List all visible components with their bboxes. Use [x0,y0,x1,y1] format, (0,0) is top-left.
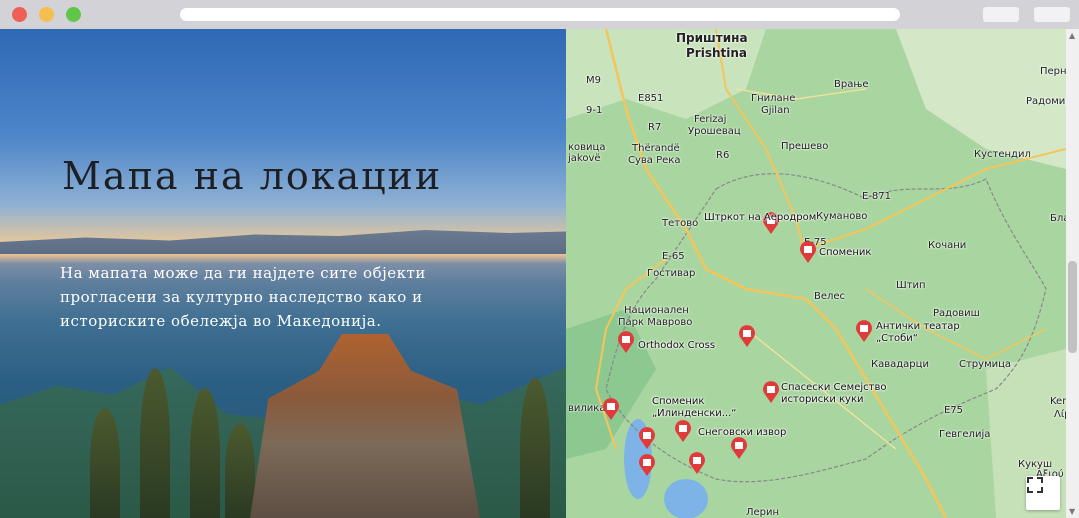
map-view[interactable]: Приштина Prishtina M9 E851 9-1 R7 Гнилан… [566,29,1066,518]
map-label: 9-1 [586,105,603,116]
map-label: Парк Маврово [618,317,693,328]
map-label: Приштина [676,31,748,45]
map-label: Гостивар [647,268,696,279]
hero-tree [225,423,255,518]
heritage-marker-label: Спасески Семејство историски куки [781,382,887,405]
map-label: E75 [944,405,964,416]
heritage-marker[interactable] [688,452,706,474]
map-label: R7 [648,122,662,133]
map-label: E851 [638,93,664,104]
map-label: ковица [568,142,606,153]
heritage-marker[interactable] [617,331,635,353]
map-label: Куманово [816,211,868,222]
close-window-button[interactable] [12,7,27,22]
address-bar[interactable] [180,8,900,21]
map-label: Струмица [959,359,1012,370]
map-label: Λίμ [1054,409,1066,420]
scroll-up-icon[interactable]: ▲ [1069,31,1075,40]
map-label: Радовиш [933,308,980,319]
minimize-window-button[interactable] [39,7,54,22]
map-label: вилика [568,403,606,414]
map-label: Prishtina [686,46,748,60]
heritage-marker[interactable] [855,320,873,342]
map-label: Радомир [1026,96,1066,107]
heritage-marker[interactable] [799,241,817,263]
map-label: E-871 [862,191,892,202]
heritage-marker-label: Orthodox Cross [638,340,716,351]
map-label: Гевгелија [939,429,991,440]
heritage-marker[interactable] [602,398,620,420]
hero-tree [520,378,550,518]
map-label: Thërandë [632,143,680,154]
page-title: Мапа на локации [62,154,443,198]
hero-tree [90,408,120,518]
map-label: Штип [896,280,926,291]
hero-tree [190,388,220,518]
map-label: Национален [624,305,689,316]
toolbar-button-1[interactable] [983,7,1019,22]
map-label: M9 [586,75,601,86]
heritage-marker-label: Антички театар „Стоби“ [876,321,960,344]
map-label: Бла [1050,213,1066,224]
heritage-marker[interactable] [762,381,780,403]
map-label: Урошевац [688,126,741,137]
map-label: Лерин [746,507,780,518]
map-label: Кавадарци [871,359,929,370]
browser-toolbar [0,0,1079,29]
map-label: Ferizaj [694,114,727,125]
church-image [250,334,480,518]
map-label: Кочани [928,240,967,251]
fullscreen-button[interactable] [1026,476,1060,510]
heritage-marker[interactable] [738,325,756,347]
heritage-marker-label: Споменик [819,247,872,258]
map-label: Kerk [1050,396,1066,407]
heritage-marker-label: Штркот на Аеродром [704,212,817,223]
scrollbar-thumb[interactable] [1068,261,1077,353]
expand-icon [1027,477,1043,493]
map-label: Gjilan [761,105,790,116]
map-label: R6 [716,150,730,161]
heritage-marker[interactable] [638,454,656,476]
page-scrollbar[interactable]: ▲ ▼ [1066,29,1079,518]
map-label: Перн [1040,66,1066,77]
hero-mountains [0,230,566,254]
map-label: Сува Река [628,155,681,166]
page-description: На мапата може да ги најдете сите објект… [60,264,426,330]
map-label: E-65 [662,251,685,262]
map-label: Велес [814,291,846,302]
map-label: Прешево [781,141,829,152]
maximize-window-button[interactable] [66,7,81,22]
map-label: jakovë [568,153,601,164]
heritage-marker-label: Споменик „Илинденски...“ [652,396,737,419]
heritage-marker[interactable] [730,437,748,459]
map-label: Врање [834,79,869,90]
heritage-marker[interactable] [674,420,692,442]
map-label: Тетово [662,218,699,229]
scroll-down-icon[interactable]: ▼ [1069,507,1075,516]
heritage-marker[interactable] [638,427,656,449]
map-label: Гнилане [751,93,796,104]
map-label: Кустендил [974,149,1031,160]
toolbar-button-2[interactable] [1034,7,1070,22]
hero-section: Мапа на локации На мапата може да ги нај… [0,29,566,518]
hero-tree [140,368,170,518]
